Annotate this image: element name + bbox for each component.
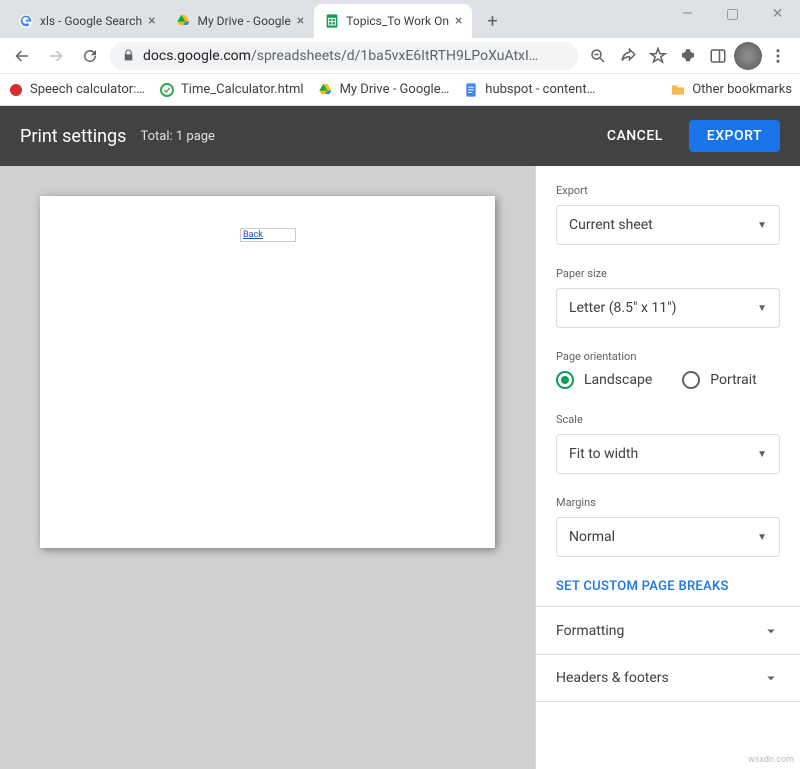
export-select[interactable]: Current sheet ▼ bbox=[556, 205, 780, 245]
toolbar-icons bbox=[584, 42, 792, 70]
print-settings-header: Print settings Total: 1 page CANCEL EXPO… bbox=[0, 106, 800, 166]
margins-select[interactable]: Normal ▼ bbox=[556, 517, 780, 557]
tab-my-drive[interactable]: My Drive - Google × bbox=[166, 4, 315, 38]
radio-icon bbox=[682, 371, 700, 389]
docs-icon bbox=[463, 82, 479, 98]
url-text: docs.google.com/spreadsheets/d/1ba5vxE6I… bbox=[143, 48, 538, 64]
scale-select[interactable]: Fit to width ▼ bbox=[556, 434, 780, 474]
close-window-button[interactable]: ✕ bbox=[755, 0, 800, 28]
bookmark-my-drive[interactable]: My Drive - Google… bbox=[318, 82, 450, 98]
portrait-radio[interactable]: Portrait bbox=[682, 371, 756, 389]
page-preview: Back bbox=[40, 196, 495, 548]
chevron-down-icon bbox=[762, 622, 780, 640]
profile-avatar[interactable] bbox=[734, 42, 762, 70]
orientation-radios: Landscape Portrait bbox=[556, 371, 780, 389]
tab-google-search[interactable]: xls - Google Search × bbox=[8, 4, 166, 38]
radio-icon bbox=[556, 371, 574, 389]
url-bar[interactable]: docs.google.com/spreadsheets/d/1ba5vxE6I… bbox=[110, 42, 578, 70]
headers-footers-accordion[interactable]: Headers & footers bbox=[536, 654, 800, 702]
zoom-icon[interactable] bbox=[584, 42, 612, 70]
bookmark-hubspot[interactable]: hubspot - content… bbox=[463, 82, 595, 98]
star-icon[interactable] bbox=[644, 42, 672, 70]
chevron-down-icon bbox=[762, 669, 780, 687]
drive-icon bbox=[318, 82, 334, 98]
new-tab-button[interactable]: + bbox=[478, 7, 506, 35]
close-tab-icon[interactable]: × bbox=[148, 13, 155, 29]
print-settings-title: Print settings bbox=[20, 126, 126, 147]
orientation-label: Page orientation bbox=[556, 350, 780, 363]
extensions-icon[interactable] bbox=[674, 42, 702, 70]
reload-button[interactable] bbox=[76, 42, 104, 70]
drive-favicon bbox=[176, 13, 192, 29]
preview-area: Back bbox=[0, 166, 535, 769]
preview-cell: Back bbox=[240, 228, 296, 242]
tab-title: Topics_To Work On bbox=[346, 14, 449, 28]
sidepanel-icon[interactable] bbox=[704, 42, 732, 70]
formatting-accordion[interactable]: Formatting bbox=[536, 606, 800, 654]
sheets-favicon bbox=[324, 13, 340, 29]
margins-label: Margins bbox=[556, 496, 780, 509]
export-button[interactable]: EXPORT bbox=[689, 120, 780, 152]
bookmark-time-calculator[interactable]: Time_Calculator.html bbox=[159, 82, 304, 98]
print-settings-body: Back Export Current sheet ▼ Paper size L… bbox=[0, 166, 800, 769]
tab-title: xls - Google Search bbox=[40, 14, 142, 28]
landscape-radio[interactable]: Landscape bbox=[556, 371, 652, 389]
paper-size-label: Paper size bbox=[556, 267, 780, 280]
tab-title: My Drive - Google bbox=[198, 14, 291, 28]
folder-icon bbox=[670, 82, 686, 98]
watermark: wsxdn.com bbox=[748, 755, 794, 765]
dropdown-arrow-icon: ▼ bbox=[757, 303, 767, 314]
paper-size-select[interactable]: Letter (8.5" x 11") ▼ bbox=[556, 288, 780, 328]
minimize-button[interactable]: — bbox=[665, 0, 710, 28]
bookmark-speech-calculator[interactable]: Speech calculator:… bbox=[8, 82, 145, 98]
bookmark-icon bbox=[159, 82, 175, 98]
share-icon[interactable] bbox=[614, 42, 642, 70]
google-favicon bbox=[18, 13, 34, 29]
export-label: Export bbox=[556, 184, 780, 197]
other-bookmarks[interactable]: Other bookmarks bbox=[670, 82, 792, 98]
cell-link: Back bbox=[243, 230, 263, 240]
bookmarks-bar: Speech calculator:… Time_Calculator.html… bbox=[0, 74, 800, 106]
settings-sidebar: Export Current sheet ▼ Paper size Letter… bbox=[535, 166, 800, 769]
back-button[interactable] bbox=[8, 42, 36, 70]
scale-label: Scale bbox=[556, 413, 780, 426]
menu-icon[interactable] bbox=[764, 42, 792, 70]
maximize-button[interactable]: ▢ bbox=[710, 0, 755, 28]
set-custom-page-breaks[interactable]: SET CUSTOM PAGE BREAKS bbox=[556, 579, 780, 594]
tab-topics-sheet[interactable]: Topics_To Work On × bbox=[314, 4, 472, 38]
dropdown-arrow-icon: ▼ bbox=[757, 532, 767, 543]
bookmark-icon bbox=[8, 82, 24, 98]
dropdown-arrow-icon: ▼ bbox=[757, 449, 767, 460]
forward-button[interactable] bbox=[42, 42, 70, 70]
address-bar-row: docs.google.com/spreadsheets/d/1ba5vxE6I… bbox=[0, 38, 800, 74]
lock-icon bbox=[122, 49, 135, 62]
close-tab-icon[interactable]: × bbox=[455, 13, 462, 29]
window-controls: — ▢ ✕ bbox=[665, 0, 800, 28]
close-tab-icon[interactable]: × bbox=[297, 13, 304, 29]
dropdown-arrow-icon: ▼ bbox=[757, 220, 767, 231]
total-pages: Total: 1 page bbox=[140, 129, 215, 144]
cancel-button[interactable]: CANCEL bbox=[593, 120, 677, 152]
